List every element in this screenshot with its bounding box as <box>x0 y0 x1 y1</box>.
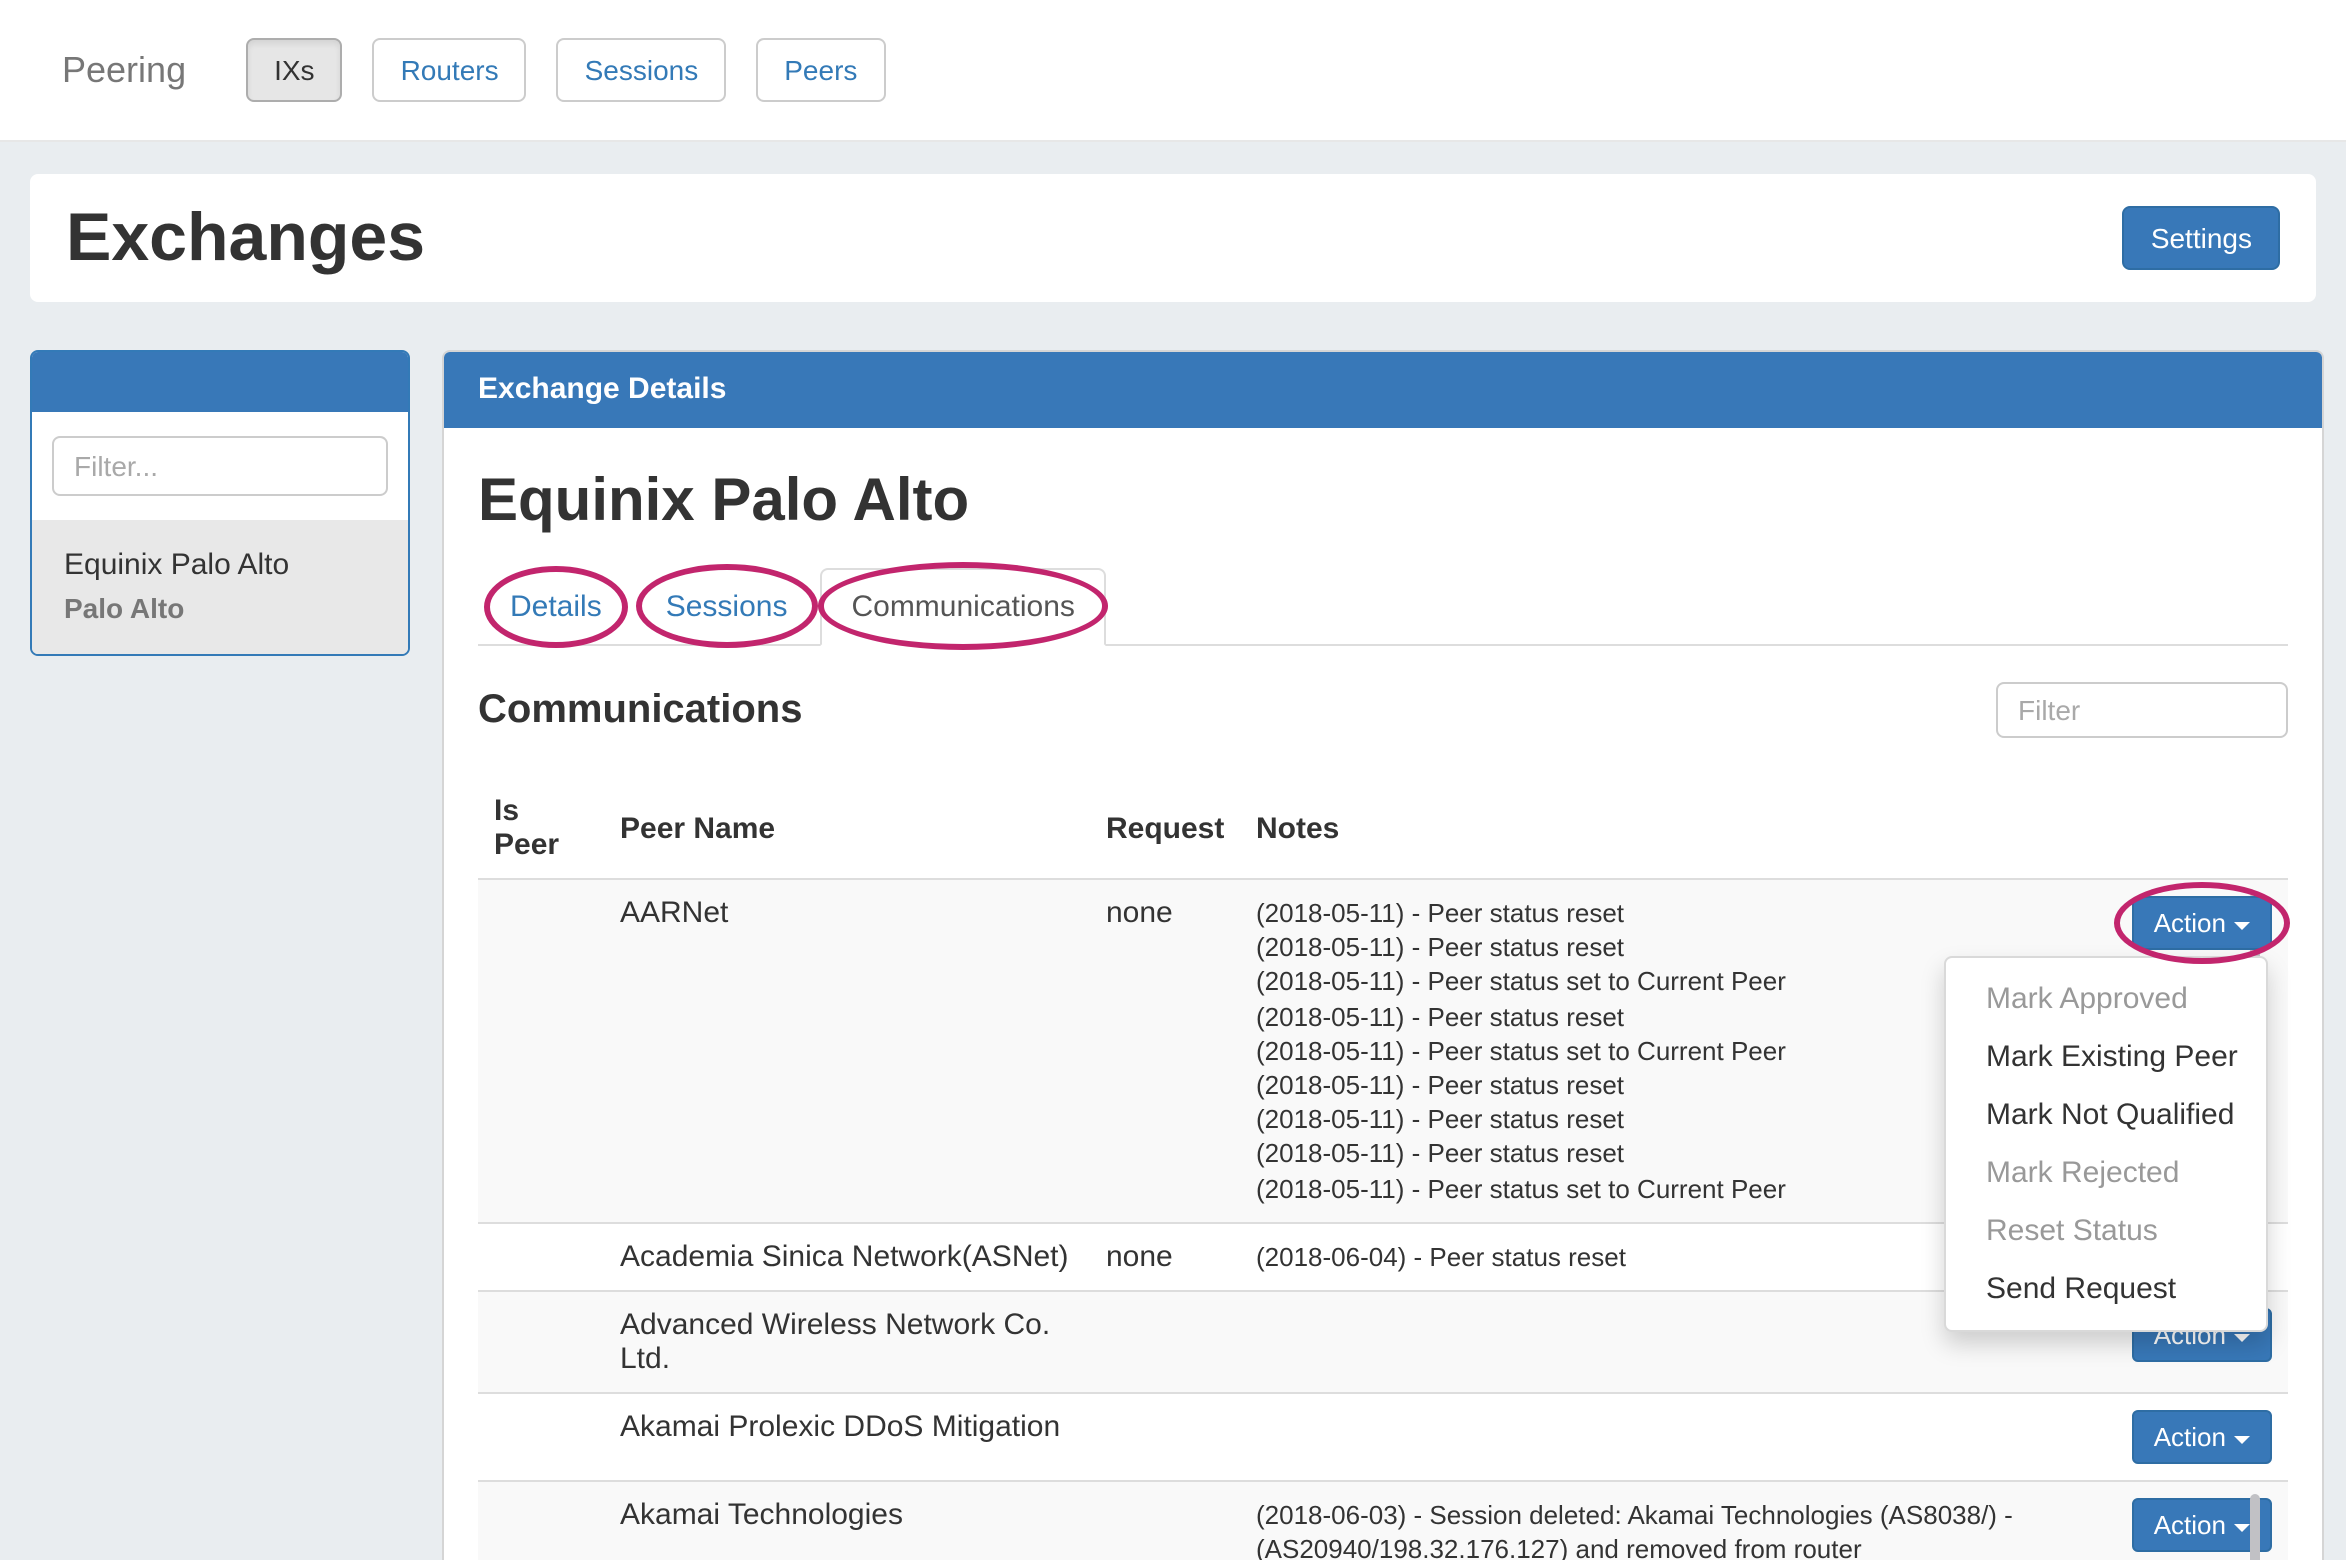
is-peer-cell <box>478 1223 604 1291</box>
is-peer-cell <box>478 1481 604 1560</box>
communications-table: Is Peer Peer Name Request Notes AARNet <box>478 782 2288 1560</box>
exchange-details-panel: Exchange Details Equinix Palo Alto Detai… <box>442 350 2324 1560</box>
note-line: (2018-05-11) - Peer status reset <box>1256 930 2054 964</box>
table-header-row: Is Peer Peer Name Request Notes <box>478 782 2288 879</box>
nav-button-routers[interactable]: Routers <box>373 38 527 102</box>
notes-cell <box>1240 1393 2070 1481</box>
tab-communications[interactable]: Communications <box>819 568 1106 646</box>
peer-name-cell: Akamai Prolexic DDoS Mitigation <box>604 1393 1090 1481</box>
caret-down-icon <box>2234 1333 2250 1341</box>
is-peer-cell <box>478 1291 604 1393</box>
peer-name-cell: Academia Sinica Network(ASNet) <box>604 1223 1090 1291</box>
request-cell: none <box>1090 879 1240 1223</box>
menu-item-mark-rejected[interactable]: Mark Rejected <box>1946 1144 2266 1202</box>
communications-heading: Communications <box>478 687 803 733</box>
menu-item-send-request[interactable]: Send Request <box>1946 1260 2266 1318</box>
column-header-peer-name: Peer Name <box>604 782 1090 879</box>
caret-down-icon <box>2234 1523 2250 1531</box>
table-row: Akamai Prolexic DDoS Mitigation Action <box>478 1393 2288 1481</box>
column-header-actions <box>2070 782 2288 879</box>
note-line: (2018-06-03) - Session deleted: Akamai T… <box>1256 1498 2054 1532</box>
peering-app: Peering IXs Routers Sessions Peers Excha… <box>0 0 2346 1560</box>
menu-item-reset-status[interactable]: Reset Status <box>1946 1202 2266 1260</box>
peer-name-cell: Akamai Technologies <box>604 1481 1090 1560</box>
note-line: (AS20940/198.32.176.127) and removed fro… <box>1256 1532 2054 1560</box>
nav-button-ixs[interactable]: IXs <box>246 38 342 102</box>
peer-name-cell: Advanced Wireless Network Co. Ltd. <box>604 1291 1090 1393</box>
tab-details[interactable]: Details <box>478 568 634 646</box>
notes-cell: (2018-06-03) - Session deleted: Akamai T… <box>1240 1481 2070 1560</box>
column-header-is-peer: Is Peer <box>478 782 604 879</box>
sidebar-filter-input[interactable] <box>52 436 388 496</box>
is-peer-cell <box>478 879 604 1223</box>
request-cell <box>1090 1481 1240 1560</box>
panel-header: Exchange Details <box>444 352 2322 428</box>
sidebar-item-equinix-palo-alto[interactable]: Equinix Palo Alto Palo Alto <box>32 520 408 654</box>
action-button[interactable]: Action <box>2132 896 2272 950</box>
note-line: (2018-05-11) - Peer status set to Curren… <box>1256 965 2054 999</box>
note-line: (2018-05-11) - Peer status reset <box>1256 1068 2054 1102</box>
request-cell <box>1090 1291 1240 1393</box>
menu-item-mark-not-qualified[interactable]: Mark Not Qualified <box>1946 1086 2266 1144</box>
nav-button-sessions[interactable]: Sessions <box>557 38 727 102</box>
table-row: AARNet none (2018-05-11) - Peer status r… <box>478 879 2288 1223</box>
note-line: (2018-05-11) - Peer status set to Curren… <box>1256 1171 2054 1205</box>
notes-scrollbar[interactable] <box>2250 1494 2260 1560</box>
tab-bar: Details Sessions Communications <box>478 568 2288 646</box>
note-line: (2018-05-11) - Peer status reset <box>1256 999 2054 1033</box>
action-cell: Action <box>2070 1393 2288 1481</box>
column-header-request: Request <box>1090 782 1240 879</box>
note-line: (2018-05-11) - Peer status reset <box>1256 1137 2054 1171</box>
request-cell: none <box>1090 1223 1240 1291</box>
action-dropdown-menu: Mark Approved Mark Existing Peer Mark No… <box>1944 956 2268 1332</box>
exchange-title: Equinix Palo Alto <box>478 468 2288 536</box>
top-navbar: Peering IXs Routers Sessions Peers <box>0 0 2346 142</box>
action-cell: Action Mark Approved Mark Existing Peer … <box>2070 879 2288 1223</box>
menu-item-mark-existing-peer[interactable]: Mark Existing Peer <box>1946 1028 2266 1086</box>
note-line: (2018-05-11) - Peer status reset <box>1256 1102 2054 1136</box>
note-line: (2018-05-11) - Peer status reset <box>1256 896 2054 930</box>
table-row: Akamai Technologies (2018-06-03) - Sessi… <box>478 1481 2288 1560</box>
tab-sessions[interactable]: Sessions <box>634 568 820 646</box>
page-title: Exchanges <box>66 199 2123 277</box>
is-peer-cell <box>478 1393 604 1481</box>
note-line: (2018-05-11) - Peer status set to Curren… <box>1256 1034 2054 1068</box>
action-button[interactable]: Action <box>2132 1410 2272 1464</box>
page-header-card: Exchanges Settings <box>30 174 2316 302</box>
peer-name-cell: AARNet <box>604 879 1090 1223</box>
nav-button-peers[interactable]: Peers <box>756 38 885 102</box>
note-line: (2018-06-04) - Peer status reset <box>1256 1240 2054 1274</box>
exchange-name: Equinix Palo Alto <box>64 544 376 588</box>
exchange-sidebar: Equinix Palo Alto Palo Alto <box>30 350 410 656</box>
caret-down-icon <box>2234 1435 2250 1443</box>
caret-down-icon <box>2234 921 2250 929</box>
app-brand: Peering <box>62 49 186 91</box>
request-cell <box>1090 1393 1240 1481</box>
communications-filter-input[interactable] <box>1996 682 2288 738</box>
exchange-location: Palo Alto <box>64 588 376 630</box>
menu-item-mark-approved[interactable]: Mark Approved <box>1946 970 2266 1028</box>
sidebar-header <box>32 352 408 412</box>
action-cell: Action <box>2070 1481 2288 1560</box>
settings-button[interactable]: Settings <box>2123 206 2280 270</box>
column-header-notes: Notes <box>1240 782 2070 879</box>
